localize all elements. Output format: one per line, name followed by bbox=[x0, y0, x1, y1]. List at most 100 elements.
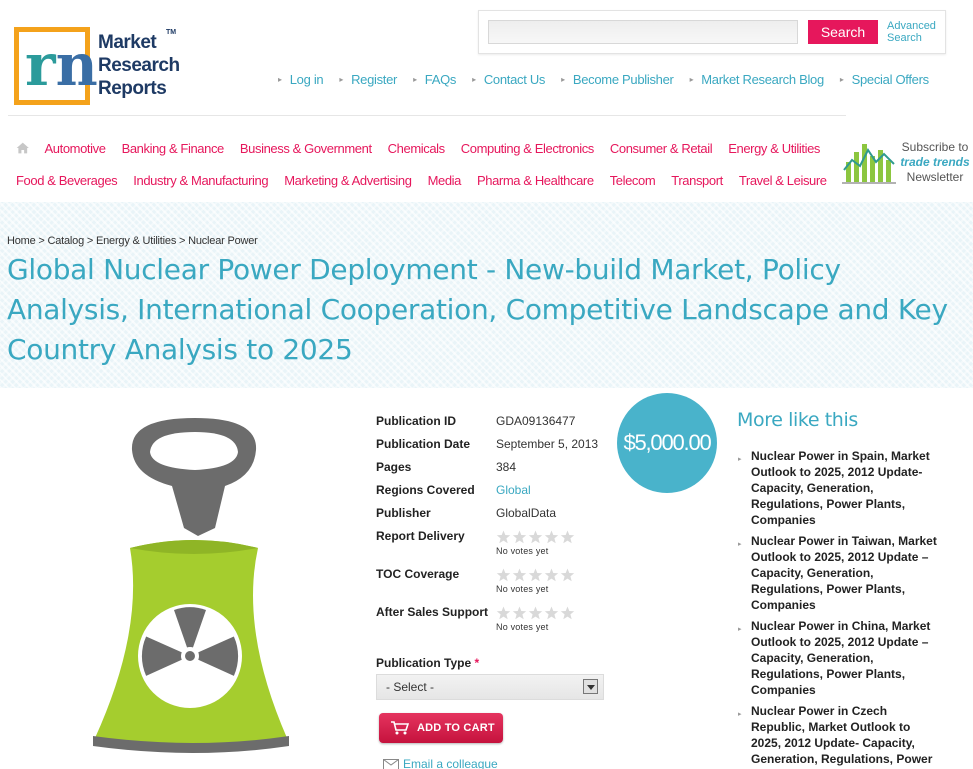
star-rating[interactable] bbox=[496, 568, 575, 582]
pages-label: Pages bbox=[376, 460, 412, 474]
star-icon[interactable] bbox=[544, 606, 559, 620]
publication-date-value: September 5, 2013 bbox=[496, 437, 599, 451]
category-link[interactable]: Chemicals bbox=[388, 141, 445, 156]
related-report-link[interactable]: ▸ Nuclear Power in Czech Republic, Market… bbox=[738, 703, 938, 767]
category-link[interactable]: Marketing & Advertising bbox=[284, 173, 412, 188]
envelope-icon bbox=[383, 758, 399, 769]
star-icon[interactable] bbox=[496, 568, 511, 582]
email-colleague-link[interactable]: Email a colleague bbox=[383, 757, 498, 769]
arrow-icon: ▸ bbox=[339, 75, 344, 84]
publication-id-value: GDA09136477 bbox=[496, 414, 576, 428]
category-link[interactable]: Consumer & Retail bbox=[610, 141, 713, 156]
star-icon[interactable] bbox=[528, 606, 543, 620]
site-logo[interactable]: rn Market Research Reports TM bbox=[14, 27, 184, 107]
more-like-this-title: More like this bbox=[737, 409, 858, 431]
topnav-item[interactable]: ▸ Contact Us bbox=[472, 72, 545, 87]
category-link[interactable]: Business & Government bbox=[240, 141, 372, 156]
newsletter-line3: Newsletter bbox=[906, 170, 964, 184]
pages-value: 384 bbox=[496, 460, 517, 474]
rating-row: TOC Coverage No votes yet bbox=[376, 567, 616, 605]
star-icon[interactable] bbox=[512, 606, 527, 620]
category-link[interactable]: Industry & Manufacturing bbox=[133, 173, 268, 188]
votes-text: No votes yet bbox=[496, 546, 549, 556]
topnav-item[interactable]: ▸ Log in bbox=[278, 72, 324, 87]
search-panel: Search Advanced Search bbox=[478, 10, 946, 54]
arrow-icon: ▸ bbox=[738, 626, 742, 633]
cart-icon bbox=[391, 721, 409, 735]
breadcrumb: Home > Catalog > Energy & Utilities > Nu… bbox=[7, 235, 258, 247]
newsletter-subscribe[interactable]: Subscribe to trade trends Newsletter bbox=[842, 138, 972, 186]
category-navigation: Automotive Banking & Finance Business & Go… bbox=[16, 136, 836, 200]
publication-type-select[interactable]: - Select - bbox=[376, 674, 604, 700]
category-link[interactable]: Energy & Utilities bbox=[728, 141, 820, 156]
star-icon[interactable] bbox=[560, 530, 575, 544]
divider bbox=[8, 115, 846, 116]
breadcrumb-catalog[interactable]: Catalog bbox=[48, 235, 85, 247]
star-icon[interactable] bbox=[544, 530, 559, 544]
star-icon[interactable] bbox=[512, 568, 527, 582]
publication-details: Publication ID GDA09136477 Publication D… bbox=[376, 414, 616, 643]
logo-trademark: TM bbox=[166, 29, 177, 36]
topnav-item[interactable]: ▸ Special Offers bbox=[840, 72, 929, 87]
breadcrumb-home[interactable]: Home bbox=[7, 235, 36, 247]
regions-link[interactable]: Global bbox=[496, 483, 531, 497]
top-navigation: ▸ Log in ▸ Register ▸ FAQs ▸ Contact Us ▸ Become … bbox=[278, 72, 945, 87]
category-link[interactable]: Food & Beverages bbox=[16, 173, 118, 188]
category-link[interactable]: Transport bbox=[671, 173, 723, 188]
nuclear-tower-image bbox=[93, 418, 289, 753]
add-to-cart-button[interactable]: ADD TO CART bbox=[379, 713, 503, 743]
breadcrumb-category[interactable]: Energy & Utilities bbox=[96, 235, 176, 247]
votes-text: No votes yet bbox=[496, 622, 549, 632]
star-rating[interactable] bbox=[496, 530, 575, 544]
star-icon[interactable] bbox=[544, 568, 559, 582]
publisher-label: Publisher bbox=[376, 506, 431, 520]
star-icon[interactable] bbox=[560, 606, 575, 620]
logo-mark: rn bbox=[14, 27, 98, 105]
topnav-item[interactable]: ▸ Become Publisher bbox=[561, 72, 674, 87]
star-icon[interactable] bbox=[496, 606, 511, 620]
star-icon[interactable] bbox=[528, 530, 543, 544]
logo-wordmark: Market Research Reports bbox=[98, 32, 180, 99]
home-icon[interactable] bbox=[16, 138, 30, 158]
search-input[interactable] bbox=[488, 20, 798, 44]
related-report-link[interactable]: ▸ Nuclear Power in China, Market Outlook … bbox=[738, 618, 938, 698]
star-icon[interactable] bbox=[496, 530, 511, 544]
topnav-item[interactable]: ▸ FAQs bbox=[413, 72, 456, 87]
category-link[interactable]: Computing & Electronics bbox=[461, 141, 595, 156]
category-link[interactable]: Travel & Leisure bbox=[739, 173, 827, 188]
star-rating[interactable] bbox=[496, 606, 575, 620]
related-report-link[interactable]: ▸ Nuclear Power in Spain, Market Outlook … bbox=[738, 448, 938, 528]
star-icon[interactable] bbox=[512, 530, 527, 544]
category-link[interactable]: Automotive bbox=[45, 141, 106, 156]
rating-label: Report Delivery bbox=[376, 529, 465, 543]
search-button[interactable]: Search bbox=[808, 20, 878, 44]
rating-row: After Sales Support No votes yet bbox=[376, 605, 616, 643]
category-link[interactable]: Telecom bbox=[610, 173, 656, 188]
bar-chart-icon bbox=[842, 144, 896, 184]
arrow-icon: ▸ bbox=[839, 75, 844, 84]
publication-id-label: Publication ID bbox=[376, 414, 457, 428]
category-link[interactable]: Pharma & Healthcare bbox=[477, 173, 594, 188]
topnav-item[interactable]: ▸ Market Research Blog bbox=[690, 72, 825, 87]
arrow-icon: ▸ bbox=[738, 711, 742, 718]
advanced-search-link[interactable]: Advanced Search bbox=[887, 20, 936, 44]
rating-label: After Sales Support bbox=[376, 605, 489, 619]
star-icon[interactable] bbox=[528, 568, 543, 582]
arrow-icon: ▸ bbox=[561, 75, 565, 84]
category-link[interactable]: Media bbox=[428, 173, 462, 188]
publisher-value: GlobalData bbox=[496, 506, 557, 520]
price-badge: $5,000.00 bbox=[617, 393, 717, 493]
related-report-link[interactable]: ▸ Nuclear Power in Taiwan, Market Outlook… bbox=[738, 533, 938, 613]
publication-date-label: Publication Date bbox=[376, 437, 471, 451]
category-link[interactable]: Banking & Finance bbox=[122, 141, 225, 156]
more-like-this-list: ▸ Nuclear Power in Spain, Market Outlook … bbox=[738, 448, 938, 769]
newsletter-line1: Subscribe to bbox=[901, 140, 969, 154]
chevron-down-icon[interactable] bbox=[583, 679, 598, 694]
title-banner: Home > Catalog > Energy & Utilities > Nu… bbox=[0, 202, 973, 388]
topnav-item[interactable]: ▸ Register bbox=[339, 72, 397, 87]
arrow-icon: ▸ bbox=[738, 541, 742, 548]
breadcrumb-current[interactable]: Nuclear Power bbox=[188, 235, 258, 247]
arrow-icon: ▸ bbox=[738, 456, 742, 463]
publication-type-label: Publication Type * bbox=[376, 656, 480, 670]
star-icon[interactable] bbox=[560, 568, 575, 582]
